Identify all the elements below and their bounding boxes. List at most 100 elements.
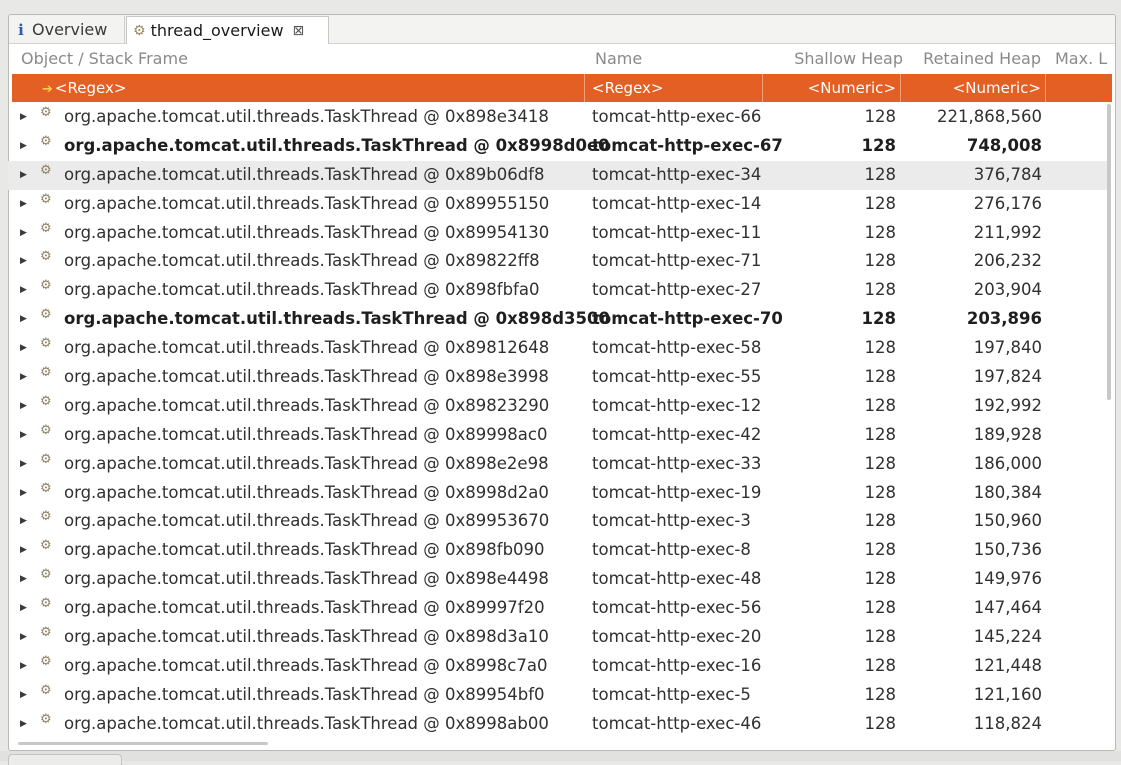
close-icon[interactable]: ⊠	[293, 23, 305, 39]
column-header-shallow-heap[interactable]: Shallow Heap	[765, 44, 905, 74]
cell-shallow-heap: 128	[864, 655, 897, 675]
expand-triangle-icon[interactable]: ▶	[20, 710, 27, 739]
expand-triangle-icon[interactable]: ▶	[20, 594, 27, 623]
column-header-name[interactable]: Name	[595, 44, 745, 74]
gear-icon: ⚙	[40, 682, 52, 698]
expand-triangle-icon[interactable]: ▶	[20, 334, 27, 363]
table-row[interactable]: ▶ ⚙ org.apache.tomcat.util.threads.TaskThr…	[8, 565, 1107, 594]
cell-retained-heap: 189,928	[973, 424, 1042, 444]
expand-triangle-icon[interactable]: ▶	[20, 276, 27, 305]
gear-icon: ⚙	[40, 105, 52, 120]
table-row[interactable]: ▶ ⚙ org.apache.tomcat.util.threads.TaskThr…	[8, 652, 1107, 681]
table-row[interactable]: ▶ ⚙ org.apache.tomcat.util.threads.TaskThr…	[8, 421, 1107, 450]
arrow-right-icon: ➔	[42, 82, 53, 97]
table-row[interactable]: ▶ ⚙ org.apache.tomcat.util.threads.TaskThr…	[8, 132, 1107, 161]
cell-shallow-heap: 128	[864, 713, 897, 733]
gear-icon: ⚙	[40, 625, 52, 641]
table-row[interactable]: ▶ ⚙ org.apache.tomcat.util.threads.TaskThr…	[8, 219, 1107, 248]
gear-icon: ⚙	[40, 653, 52, 669]
gear-icon: ⚙	[40, 422, 52, 438]
cell-name: tomcat-http-exec-5	[592, 684, 751, 704]
cell-name: tomcat-http-exec-56	[592, 598, 762, 618]
expand-triangle-icon[interactable]: ▶	[20, 479, 27, 508]
cell-object: org.apache.tomcat.util.threads.TaskThrea…	[64, 251, 540, 271]
table-row[interactable]: ▶ ⚙ org.apache.tomcat.util.threads.TaskThr…	[8, 305, 1107, 334]
filter-object[interactable]: ➔ <Regex>	[12, 74, 585, 102]
cell-shallow-heap: 128	[864, 193, 897, 213]
table-row[interactable]: ▶ ⚙ org.apache.tomcat.util.threads.TaskThr…	[8, 247, 1107, 276]
cell-shallow-heap: 128	[864, 164, 897, 184]
cell-shallow-heap: 128	[864, 684, 897, 704]
horizontal-scrollbar[interactable]	[18, 742, 268, 745]
gear-icon: ⚙	[40, 133, 52, 149]
cell-shallow-heap: 128	[864, 627, 897, 647]
cell-name: tomcat-http-exec-14	[592, 193, 762, 213]
cell-shallow-heap: 128	[861, 135, 896, 155]
column-header-retained-heap[interactable]: Retained Heap	[907, 44, 1041, 74]
cell-object: org.apache.tomcat.util.threads.TaskThrea…	[64, 627, 549, 647]
table-row[interactable]: ▶ ⚙ org.apache.tomcat.util.threads.TaskThr…	[8, 507, 1107, 536]
table-row[interactable]: ▶ ⚙ org.apache.tomcat.util.threads.TaskThr…	[8, 623, 1107, 652]
table-row[interactable]: ▶ ⚙ org.apache.tomcat.util.threads.TaskThr…	[8, 479, 1107, 508]
cell-shallow-heap: 128	[864, 569, 897, 589]
cell-shallow-heap: 128	[864, 222, 897, 242]
cell-shallow-heap: 128	[864, 280, 897, 300]
gear-icon: ⚙	[40, 538, 52, 554]
expand-triangle-icon[interactable]: ▶	[20, 132, 27, 161]
filter-name[interactable]: <Regex>	[585, 74, 763, 102]
bottom-tab[interactable]	[8, 754, 122, 765]
expand-triangle-icon[interactable]: ▶	[20, 565, 27, 594]
table-row[interactable]: ▶ ⚙ org.apache.tomcat.util.threads.TaskThr…	[8, 392, 1107, 421]
vertical-scrollbar[interactable]	[1107, 104, 1111, 400]
cell-object: org.apache.tomcat.util.threads.TaskThrea…	[64, 569, 549, 589]
expand-triangle-icon[interactable]: ▶	[20, 103, 27, 132]
table-row[interactable]: ▶ ⚙ org.apache.tomcat.util.threads.TaskThr…	[8, 536, 1107, 565]
expand-triangle-icon[interactable]: ▶	[20, 623, 27, 652]
expand-triangle-icon[interactable]: ▶	[20, 652, 27, 681]
cell-object: org.apache.tomcat.util.threads.TaskThrea…	[64, 395, 550, 415]
expand-triangle-icon[interactable]: ▶	[20, 363, 27, 392]
table-row[interactable]: ▶ ⚙ org.apache.tomcat.util.threads.TaskThr…	[8, 681, 1107, 710]
cell-name: tomcat-http-exec-55	[592, 367, 762, 387]
table-row[interactable]: ▶ ⚙ org.apache.tomcat.util.threads.TaskThr…	[8, 276, 1107, 305]
table-row[interactable]: ▶ ⚙ org.apache.tomcat.util.threads.TaskThr…	[8, 160, 1107, 190]
expand-triangle-icon[interactable]: ▶	[20, 305, 27, 334]
cell-name: tomcat-http-exec-20	[592, 627, 762, 647]
table-row[interactable]: ▶ ⚙ org.apache.tomcat.util.threads.TaskThr…	[8, 103, 1107, 132]
expand-triangle-icon[interactable]: ▶	[20, 536, 27, 565]
gear-icon: ⚙	[40, 451, 52, 467]
table-row[interactable]: ▶ ⚙ org.apache.tomcat.util.threads.TaskThr…	[8, 363, 1107, 392]
column-header-object[interactable]: Object / Stack Frame	[21, 44, 581, 74]
table-row[interactable]: ▶ ⚙ org.apache.tomcat.util.threads.TaskThr…	[8, 190, 1107, 219]
cell-name: tomcat-http-exec-46	[592, 713, 762, 733]
expand-triangle-icon[interactable]: ▶	[20, 681, 27, 710]
cell-name: tomcat-http-exec-66	[592, 107, 762, 126]
gear-icon: ⚙	[40, 509, 52, 525]
expand-triangle-icon[interactable]: ▶	[20, 247, 27, 276]
column-header-max-l[interactable]: Max. L	[1055, 44, 1115, 74]
filter-shallow[interactable]: <Numeric>	[763, 74, 901, 102]
expand-triangle-icon[interactable]: ▶	[20, 450, 27, 479]
table-row[interactable]: ▶ ⚙ org.apache.tomcat.util.threads.TaskThr…	[8, 710, 1107, 739]
cell-shallow-heap: 128	[864, 367, 897, 387]
table-row[interactable]: ▶ ⚙ org.apache.tomcat.util.threads.TaskThr…	[8, 594, 1107, 623]
expand-triangle-icon[interactable]: ▶	[20, 421, 27, 450]
expand-triangle-icon[interactable]: ▶	[20, 392, 27, 421]
cell-object: org.apache.tomcat.util.threads.TaskThrea…	[64, 482, 549, 502]
table-row[interactable]: ▶ ⚙ org.apache.tomcat.util.threads.TaskThr…	[8, 450, 1107, 479]
cell-name: tomcat-http-exec-8	[592, 540, 751, 560]
cell-name: tomcat-http-exec-27	[592, 280, 762, 300]
cell-name: tomcat-http-exec-12	[592, 395, 762, 415]
cell-name: tomcat-http-exec-58	[592, 338, 762, 358]
tab-overview[interactable]: i Overview	[9, 16, 125, 43]
filter-retained[interactable]: <Numeric>	[901, 74, 1046, 102]
table-row[interactable]: ▶ ⚙ org.apache.tomcat.util.threads.TaskThr…	[8, 334, 1107, 363]
tab-thread-overview[interactable]: ⚙ thread_overview ⊠	[126, 16, 329, 44]
expand-triangle-icon[interactable]: ▶	[20, 219, 27, 248]
expand-triangle-icon[interactable]: ▶	[20, 161, 27, 190]
expand-triangle-icon[interactable]: ▶	[20, 507, 27, 536]
expand-triangle-icon[interactable]: ▶	[20, 190, 27, 219]
cell-object: org.apache.tomcat.util.threads.TaskThrea…	[64, 598, 545, 618]
cell-name: tomcat-http-exec-71	[592, 251, 762, 271]
cell-retained-heap: 203,904	[973, 280, 1042, 300]
